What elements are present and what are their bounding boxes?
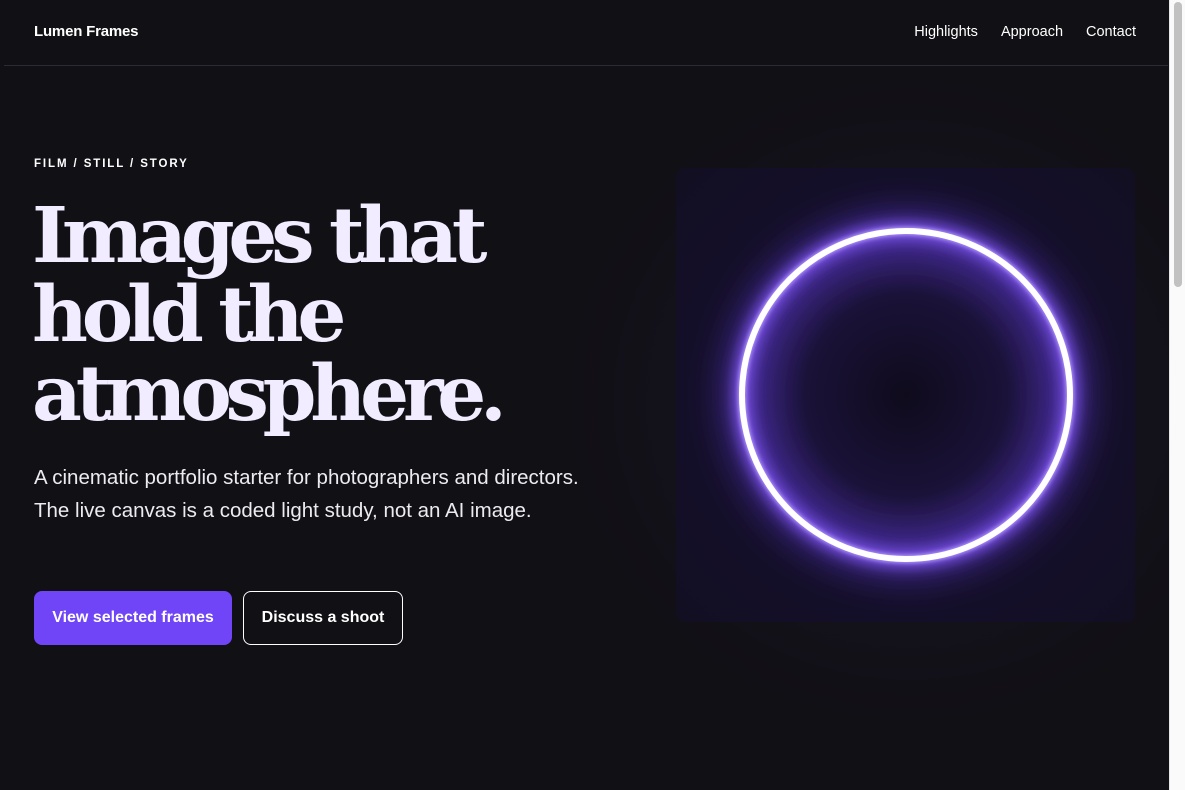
- brand-logo-link[interactable]: Lumen Frames: [34, 23, 139, 40]
- light-study-canvas: [676, 168, 1135, 622]
- headline-line-3: atmosphere.: [32, 349, 507, 439]
- vertical-scrollbar[interactable]: [1169, 0, 1185, 790]
- main-nav: Highlights Approach Contact: [914, 24, 1136, 40]
- site-header: Lumen Frames Highlights Approach Contact: [4, 0, 1168, 66]
- hero-description: A cinematic portfolio starter for photog…: [34, 466, 579, 522]
- hero-headline: Images that hold the atmosphere.: [32, 197, 612, 434]
- headline-line-2: hold the: [32, 270, 346, 360]
- nav-link-highlights[interactable]: Highlights: [914, 24, 978, 40]
- glowing-ring-graphic: [725, 214, 1087, 576]
- headline-line-1: Images that: [32, 191, 487, 281]
- discuss-a-shoot-button[interactable]: Discuss a shoot: [243, 591, 403, 645]
- nav-link-approach[interactable]: Approach: [1001, 24, 1063, 40]
- view-selected-frames-button[interactable]: View selected frames: [34, 591, 232, 645]
- page: Lumen Frames Highlights Approach Contact…: [0, 0, 1185, 790]
- scrollbar-thumb[interactable]: [1174, 2, 1182, 287]
- nav-link-contact[interactable]: Contact: [1086, 24, 1136, 40]
- hero-eyebrow: FILM / STILL / STORY: [34, 158, 189, 170]
